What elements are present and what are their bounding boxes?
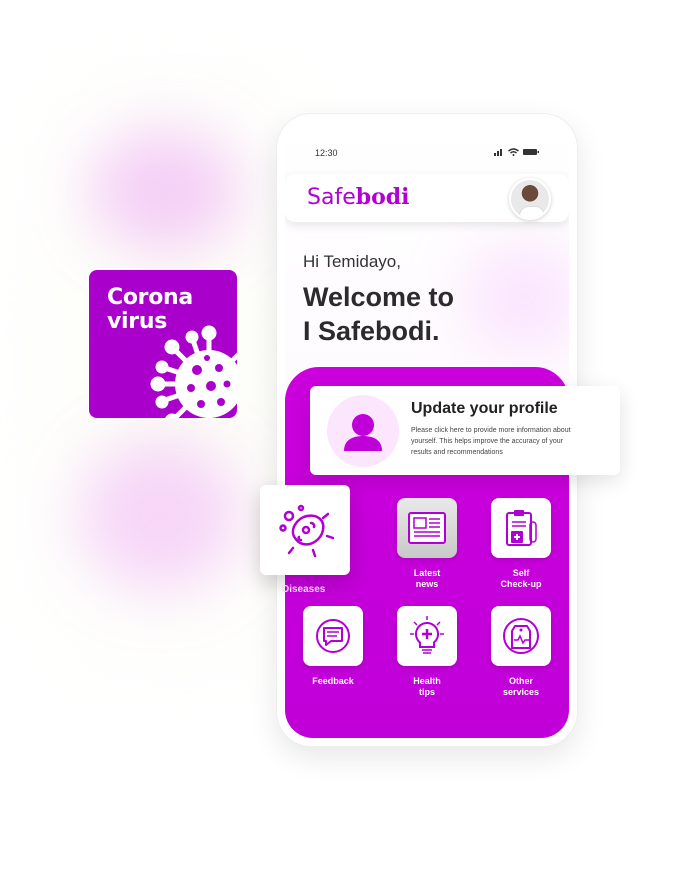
welcome-heading: Welcome to I Safebodi. — [303, 282, 455, 346]
person-icon — [344, 414, 382, 451]
signal-icon — [494, 149, 502, 156]
other-services-button[interactable] — [491, 606, 551, 666]
greeting-text: Hi Temidayo, — [303, 252, 401, 271]
virus-icon — [150, 325, 237, 418]
app-header: Safebodi — [285, 174, 569, 222]
self-checkup-button[interactable] — [491, 498, 551, 558]
latest-news-button[interactable] — [397, 498, 457, 558]
medical-tag-icon — [503, 618, 539, 654]
avatar-shirt — [519, 206, 545, 218]
bacteria-icon — [279, 504, 335, 558]
latest-news-label: Latest news — [413, 568, 441, 589]
clipboard-medical-icon — [506, 510, 537, 546]
wifi-icon — [508, 148, 519, 156]
status-time: 12:30 — [315, 148, 338, 158]
feedback-chat-icon — [316, 619, 350, 653]
user-avatar[interactable] — [509, 178, 551, 220]
self-checkup-label: Self Check-up — [500, 568, 542, 589]
health-tips-label: Health tips — [413, 676, 441, 697]
feedback-label: Feedback — [312, 676, 354, 686]
app-logo[interactable]: Safebodi — [307, 184, 410, 210]
profile-card-description: Please click here to provide more inform… — [411, 427, 571, 456]
profile-avatar — [327, 395, 399, 467]
logo-bold-text: bodi — [355, 184, 410, 210]
corona-virus-card[interactable]: Corona virus — [89, 270, 237, 418]
status-icons — [494, 148, 539, 156]
other-services-label: Other services — [502, 676, 540, 697]
feedback-button[interactable] — [303, 606, 363, 666]
lightbulb-cross-icon — [410, 616, 444, 654]
diseases-button[interactable] — [260, 485, 350, 575]
health-tips-button[interactable] — [397, 606, 457, 666]
update-profile-card[interactable]: Update your profile Please click here to… — [310, 386, 620, 475]
battery-icon — [523, 149, 539, 155]
logo-light-text: Safe — [307, 185, 356, 210]
newspaper-icon — [408, 512, 446, 544]
profile-card-title: Update your profile — [411, 400, 558, 417]
decor-blob — [465, 242, 569, 352]
diseases-label: Diseases — [282, 584, 326, 595]
